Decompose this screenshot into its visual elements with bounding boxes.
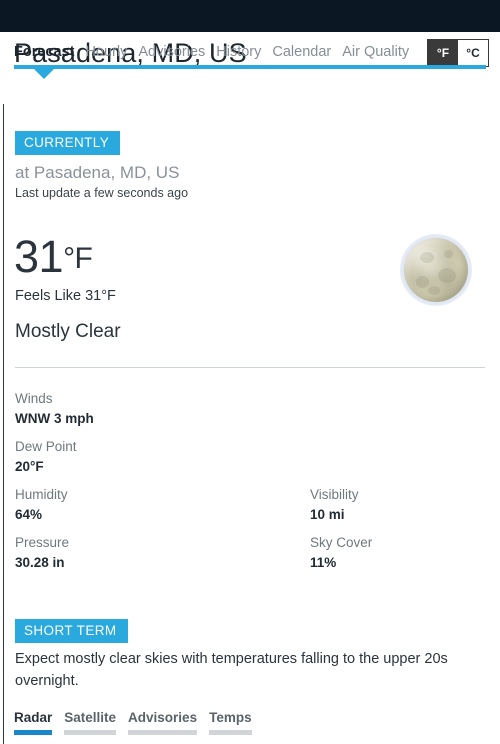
stat-pressure: Pressure 30.28 in	[15, 533, 69, 573]
stat-label: Dew Point	[15, 439, 77, 454]
tab-hourly[interactable]: Hourly	[85, 43, 127, 61]
feels-like-label: Feels Like 31°F	[15, 288, 116, 304]
bottom-tab-label: Radar	[14, 710, 53, 725]
currently-badge: CURRENTLY	[15, 131, 121, 155]
moon-crater	[420, 252, 434, 263]
bottom-tab-underline	[209, 730, 252, 735]
moon-crater	[438, 268, 456, 283]
unit-fahrenheit-button[interactable]: °F	[428, 40, 458, 66]
tab-history[interactable]: History	[216, 43, 261, 61]
tab-forecast[interactable]: Forecast	[14, 43, 74, 61]
stat-sky-cover: Sky Cover 11%	[310, 533, 372, 573]
current-location-label: at Pasadena, MD, US	[15, 163, 180, 182]
short-term-text: Expect mostly clear skies with temperatu…	[15, 651, 448, 689]
condition-label: Mostly Clear	[15, 321, 121, 342]
stat-value: WNW 3 mph	[15, 411, 94, 426]
stat-label: Visibility	[310, 487, 359, 502]
moon-crater	[416, 276, 429, 288]
stat-label: Winds	[15, 391, 53, 406]
stat-value: 64%	[15, 507, 43, 522]
stat-value: 11%	[310, 555, 337, 570]
section-divider	[15, 367, 485, 368]
moon-crater	[428, 286, 440, 295]
currently-badge-wrap: CURRENTLY	[15, 131, 121, 155]
stat-value: 30.28 in	[15, 555, 65, 570]
stat-winds: Winds WNW 3 mph	[15, 389, 94, 429]
stat-label: Humidity	[15, 487, 68, 502]
stat-visibility: Visibility 10 mi	[310, 485, 359, 525]
left-edge-rule	[3, 32, 4, 744]
stat-dew-point: Dew Point 20°F	[15, 437, 77, 477]
bottom-tab-advisories[interactable]: Advisories	[128, 709, 198, 735]
moon-crater	[444, 250, 453, 258]
bottom-tab-underline	[64, 730, 117, 735]
weather-app: Pasadena, MD, US °F °C Forecast Hourly A…	[0, 0, 500, 744]
stat-humidity: Humidity 64%	[15, 485, 68, 525]
bottom-tab-temps[interactable]: Temps	[209, 709, 252, 735]
tabs-underline	[14, 65, 486, 69]
full-moon-icon	[400, 234, 472, 306]
stat-value: 20°F	[15, 459, 44, 474]
short-term-badge-wrap: SHORT TERM	[15, 619, 128, 643]
bottom-tab-underline	[128, 730, 198, 735]
unit-toggle[interactable]: °F °C	[427, 39, 489, 67]
active-tab-pointer-icon	[34, 69, 54, 79]
stat-label: Pressure	[15, 535, 70, 550]
stat-value: 10 mi	[310, 507, 345, 522]
primary-tabs: Forecast Hourly Advisories History Calen…	[14, 43, 409, 61]
bottom-tab-label: Temps	[209, 710, 252, 725]
last-update-label: Last update a few seconds ago	[15, 186, 189, 200]
bottom-tabs: Radar Satellite Advisories Temps	[14, 709, 252, 735]
tab-calendar[interactable]: Calendar	[272, 43, 331, 61]
current-temperature-unit: °F	[63, 242, 93, 275]
moon-body	[404, 238, 468, 302]
bottom-tab-label: Satellite	[64, 710, 117, 725]
tab-air-quality[interactable]: Air Quality	[342, 43, 409, 61]
unit-celsius-button[interactable]: °C	[458, 40, 488, 66]
bottom-tab-label: Advisories	[128, 710, 198, 725]
top-dark-bar	[0, 0, 500, 32]
current-temperature-value: 31	[14, 231, 64, 282]
tab-advisories[interactable]: Advisories	[138, 43, 205, 61]
stat-label: Sky Cover	[310, 535, 373, 550]
bottom-tab-underline	[14, 730, 53, 735]
bottom-tab-radar[interactable]: Radar	[14, 709, 53, 735]
short-term-badge: SHORT TERM	[15, 619, 128, 643]
current-temperature: 31°F	[14, 231, 93, 283]
bottom-tab-satellite[interactable]: Satellite	[64, 709, 117, 735]
